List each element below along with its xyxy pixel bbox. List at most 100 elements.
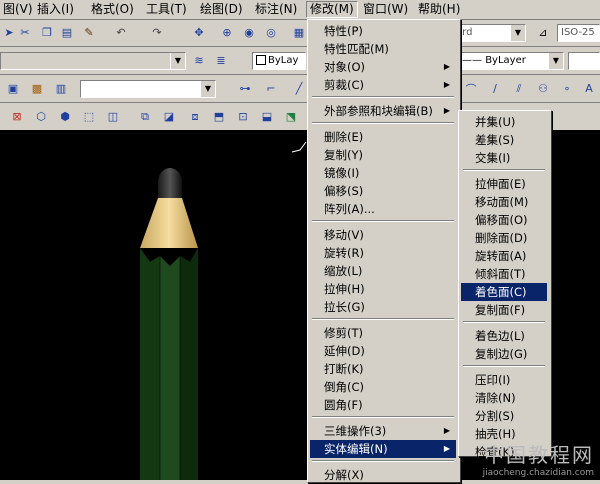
- modify-menu-item[interactable]: 延伸(D): [310, 342, 456, 360]
- solid-edit-menu-item[interactable]: 偏移面(O): [461, 211, 547, 229]
- paste-icon[interactable]: ▤: [58, 24, 76, 41]
- sphere-icon[interactable]: ⬡: [32, 108, 50, 125]
- modify-menu-item[interactable]: 打断(K): [310, 360, 456, 378]
- modify-menu-item[interactable]: 移动(V): [310, 226, 456, 244]
- modify-menu-item[interactable]: 删除(E): [310, 128, 456, 146]
- section-icon[interactable]: ⬒: [210, 108, 228, 125]
- zoom-realtime-icon[interactable]: ⊕: [218, 24, 236, 41]
- menu-item-label: 拉伸(H): [324, 282, 365, 296]
- modify-menu-item[interactable]: 拉长(G): [310, 298, 456, 316]
- design-center-icon[interactable]: ▩: [28, 80, 46, 97]
- revolve-icon[interactable]: ◪: [160, 108, 178, 125]
- setup-view-icon[interactable]: ⬓: [258, 108, 276, 125]
- modify-menu-item[interactable]: 修剪(T): [310, 324, 456, 342]
- linetype-combo[interactable]: —— ByLayer ▼: [458, 52, 564, 70]
- menu-help[interactable]: 帮助(H): [415, 2, 463, 17]
- line-icon[interactable]: ╱: [290, 80, 308, 97]
- cut-icon[interactable]: ✂: [16, 24, 34, 41]
- redo-icon[interactable]: ↷: [148, 24, 166, 41]
- undo-icon[interactable]: ↶: [112, 24, 130, 41]
- solid-edit-menu-item[interactable]: 分割(S): [461, 407, 547, 425]
- polyline-icon[interactable]: ⊶: [236, 80, 254, 97]
- block-icon[interactable]: ⚇: [534, 80, 552, 97]
- layer-previous-icon[interactable]: ≋: [190, 52, 208, 69]
- menu-tools[interactable]: 工具(T): [143, 2, 190, 17]
- spline-icon[interactable]: ⌐: [262, 80, 280, 97]
- modify-menu-item[interactable]: 偏移(S): [310, 182, 456, 200]
- pan-icon[interactable]: ✥: [190, 24, 208, 41]
- cone-icon[interactable]: ⬚: [80, 108, 98, 125]
- solid-edit-menu-item[interactable]: 着色边(L): [461, 327, 547, 345]
- modify-menu-item[interactable]: 对象(O) ▶: [310, 58, 456, 76]
- tool-palette-icon[interactable]: ▥: [52, 80, 70, 97]
- modify-menu-item[interactable]: 缩放(L): [310, 262, 456, 280]
- modify-menu-item[interactable]: 特性(P): [310, 22, 456, 40]
- solid-edit-menu-item[interactable]: 旋转面(A): [461, 247, 547, 265]
- modify-menu-item[interactable]: 外部参照和块编辑(B) ▶: [310, 102, 456, 120]
- arc-icon[interactable]: ⌒: [462, 80, 480, 97]
- submenu-arrow-icon: ▶: [443, 444, 450, 453]
- linetype-value: ByLayer: [485, 55, 526, 66]
- solid-edit-menu-item[interactable]: 并集(U): [461, 113, 547, 131]
- properties-icon[interactable]: ▦: [290, 24, 308, 41]
- box-icon[interactable]: ⊠: [8, 108, 26, 125]
- menu-view[interactable]: 图(V): [0, 2, 36, 17]
- menu-insert[interactable]: 插入(I): [34, 2, 77, 17]
- color-combo[interactable]: ByLay: [252, 52, 306, 70]
- solid-edit-menu-item[interactable]: 清除(N): [461, 389, 547, 407]
- modify-menu-item[interactable]: 剪裁(C) ▶: [310, 76, 456, 94]
- modify-menu-item[interactable]: 分解(X): [310, 466, 456, 484]
- parallel-icon[interactable]: ∕: [486, 80, 504, 97]
- lineweight-combo[interactable]: [568, 52, 600, 70]
- menu-item-label: 延伸(D): [324, 344, 365, 358]
- menu-bar: 图(V) 插入(I) 格式(O) 工具(T) 绘图(D) 标注(N) 修改(M)…: [0, 0, 600, 20]
- solid-edit-menu-item[interactable]: 着色面(C): [461, 283, 547, 301]
- text-icon[interactable]: A: [580, 80, 598, 97]
- modify-menu-item[interactable]: 三维操作(3) ▶: [310, 422, 456, 440]
- zoom-window-icon[interactable]: ◉: [240, 24, 258, 41]
- point-icon[interactable]: ∘: [558, 80, 576, 97]
- setup-drawing-icon[interactable]: ⬔: [282, 108, 300, 125]
- modify-menu-item[interactable]: 复制(Y): [310, 146, 456, 164]
- solid-edit-menu-item[interactable]: 拉伸面(E): [461, 175, 547, 193]
- modify-menu-item[interactable]: 倒角(C): [310, 378, 456, 396]
- extrude-icon[interactable]: ⧉: [136, 108, 154, 125]
- solid-edit-menu-item[interactable]: 删除面(D): [461, 229, 547, 247]
- menu-item-label: 镜像(I): [324, 166, 360, 180]
- menu-window[interactable]: 窗口(W): [360, 2, 411, 17]
- solid-edit-menu-item[interactable]: 复制面(F): [461, 301, 547, 319]
- solid-edit-menu-item[interactable]: 交集(I): [461, 149, 547, 167]
- properties-panel-icon[interactable]: ▣: [4, 80, 22, 97]
- interfere-icon[interactable]: ⊡: [234, 108, 252, 125]
- modify-menu-item[interactable]: 阵列(A)...: [310, 200, 456, 218]
- slice-icon[interactable]: ⧈: [186, 108, 204, 125]
- menu-modify[interactable]: 修改(M): [306, 1, 358, 18]
- modify-menu-item[interactable]: 实体编辑(N) ▶: [310, 440, 456, 458]
- wedge-icon[interactable]: ◫: [104, 108, 122, 125]
- menu-draw[interactable]: 绘图(D): [197, 2, 246, 17]
- modify-menu-item[interactable]: 镜像(I): [310, 164, 456, 182]
- view-combo[interactable]: ▼: [80, 80, 216, 98]
- modify-menu-item[interactable]: 圆角(F): [310, 396, 456, 414]
- modify-menu-item[interactable]: 拉伸(H): [310, 280, 456, 298]
- menu-dimension[interactable]: 标注(N): [252, 2, 300, 17]
- menu-format[interactable]: 格式(O): [88, 2, 137, 17]
- zoom-previous-icon[interactable]: ◎: [262, 24, 280, 41]
- brush-icon[interactable]: ✎: [80, 24, 98, 41]
- solid-edit-menu-item[interactable]: 移动面(M): [461, 193, 547, 211]
- dim-style-combo[interactable]: ISO-25: [557, 24, 600, 42]
- modify-menu-item[interactable]: 旋转(R): [310, 244, 456, 262]
- dimension-style-icon[interactable]: ⊿: [534, 24, 552, 41]
- copy-icon[interactable]: ❐: [38, 24, 56, 41]
- cylinder-icon[interactable]: ⬢: [56, 108, 74, 125]
- text-style-combo[interactable]: ard ▼: [452, 24, 526, 42]
- menu-item-label: 实体编辑(N): [324, 442, 388, 456]
- layer-combo[interactable]: ▼: [0, 52, 186, 70]
- solid-edit-menu-item[interactable]: 复制边(G): [461, 345, 547, 363]
- solid-edit-menu-item[interactable]: 压印(I): [461, 371, 547, 389]
- solid-edit-menu-item[interactable]: 差集(S): [461, 131, 547, 149]
- layer-manager-icon[interactable]: ≣: [212, 52, 230, 69]
- modify-menu-item[interactable]: 特性匹配(M): [310, 40, 456, 58]
- solid-edit-menu-item[interactable]: 倾斜面(T): [461, 265, 547, 283]
- hatch-icon[interactable]: ⫽: [510, 80, 528, 97]
